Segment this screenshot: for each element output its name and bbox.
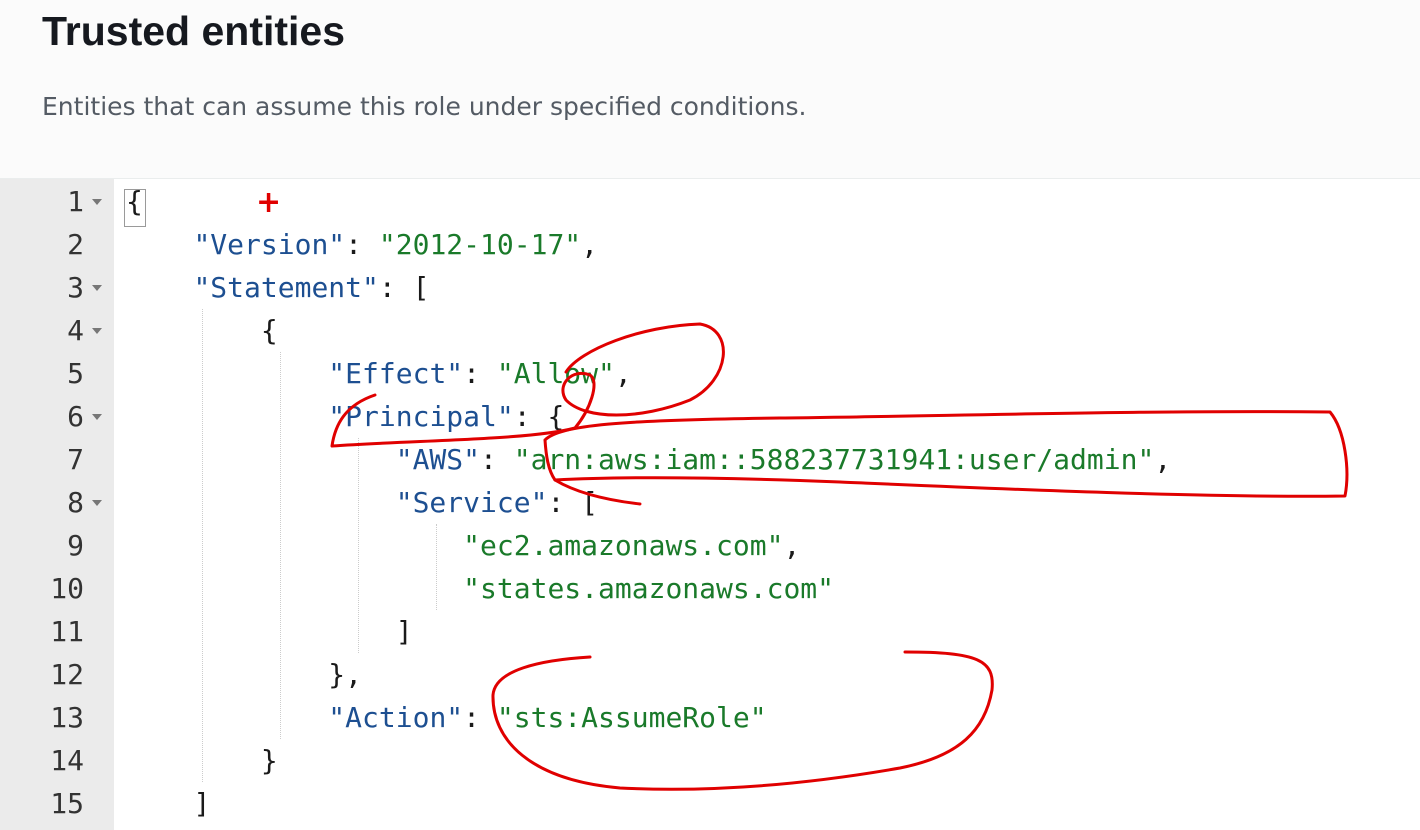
line-number: 14 bbox=[50, 744, 84, 777]
line-number: 15 bbox=[50, 787, 84, 820]
open-brace: { bbox=[547, 400, 565, 433]
trusted-entities-header: Trusted entities Entities that can assum… bbox=[0, 0, 1420, 178]
comma: , bbox=[614, 357, 632, 390]
code-line-7[interactable]: "AWS": "arn:aws:iam::588237731941:user/a… bbox=[126, 438, 1171, 481]
fold-toggle-icon[interactable] bbox=[92, 285, 102, 291]
line-number: 12 bbox=[50, 658, 84, 691]
line-number: 6 bbox=[67, 400, 84, 433]
line-number: 1 bbox=[67, 185, 84, 218]
close-brace: }, bbox=[328, 658, 363, 691]
colon: : bbox=[378, 271, 413, 304]
colon: : bbox=[463, 701, 497, 734]
json-key: "Service" bbox=[395, 486, 548, 519]
json-string: "ec2.amazonaws.com" bbox=[463, 529, 784, 562]
line-number: 2 bbox=[67, 228, 84, 261]
line-number: 3 bbox=[67, 271, 84, 304]
json-key: "Version" bbox=[193, 228, 346, 261]
open-bracket: [ bbox=[412, 271, 430, 304]
json-key: "Principal" bbox=[328, 400, 514, 433]
open-bracket: [ bbox=[581, 486, 599, 519]
editor-gutter: 1 2 3 4 5 6 7 8 9 10 11 12 13 14 15 bbox=[0, 179, 114, 830]
code-line-5[interactable]: "Effect": "Allow", bbox=[126, 352, 632, 395]
close-bracket: ] bbox=[395, 615, 413, 648]
json-string: "Allow" bbox=[496, 357, 615, 390]
json-string: "arn:aws:iam::588237731941:user/admin" bbox=[513, 443, 1155, 476]
comma: , bbox=[1154, 443, 1172, 476]
code-line-8[interactable]: "Service": [ bbox=[126, 481, 598, 524]
code-line-12[interactable]: }, bbox=[126, 653, 362, 696]
colon: : bbox=[513, 400, 548, 433]
colon: : bbox=[547, 486, 582, 519]
line-number: 8 bbox=[67, 486, 84, 519]
fold-toggle-icon[interactable] bbox=[92, 500, 102, 506]
colon: : bbox=[345, 228, 379, 261]
fold-toggle-icon[interactable] bbox=[92, 328, 102, 334]
line-number: 9 bbox=[67, 529, 84, 562]
json-string: "states.amazonaws.com" bbox=[463, 572, 835, 605]
open-brace: { bbox=[126, 185, 143, 218]
line-number: 4 bbox=[67, 314, 84, 347]
json-string: "2012-10-17" bbox=[378, 228, 582, 261]
open-brace: { bbox=[260, 314, 278, 347]
line-number: 11 bbox=[50, 615, 84, 648]
code-line-6[interactable]: "Principal": { bbox=[126, 395, 564, 438]
line-number: 13 bbox=[50, 701, 84, 734]
code-line-15[interactable]: ] bbox=[126, 782, 210, 825]
close-brace: } bbox=[260, 744, 278, 777]
colon: : bbox=[480, 443, 514, 476]
json-key: "Effect" bbox=[328, 357, 464, 390]
comma: , bbox=[581, 228, 599, 261]
colon: : bbox=[463, 357, 497, 390]
section-title: Trusted entities bbox=[42, 8, 346, 54]
json-key: "AWS" bbox=[395, 443, 481, 476]
section-description: Entities that can assume this role under… bbox=[42, 92, 807, 121]
line-number: 5 bbox=[67, 357, 84, 390]
json-key: "Statement" bbox=[193, 271, 379, 304]
line-number: 7 bbox=[67, 443, 84, 476]
code-line-3[interactable]: "Statement": [ bbox=[126, 266, 429, 309]
json-string: "sts:AssumeRole" bbox=[496, 701, 767, 734]
code-line-14[interactable]: } bbox=[126, 739, 278, 782]
code-line-10[interactable]: "states.amazonaws.com" bbox=[126, 567, 834, 610]
code-line-13[interactable]: "Action": "sts:AssumeRole" bbox=[126, 696, 767, 739]
code-line-9[interactable]: "ec2.amazonaws.com", bbox=[126, 524, 800, 567]
add-marker-icon: + bbox=[256, 185, 282, 220]
code-line-2[interactable]: "Version": "2012-10-17", bbox=[126, 223, 598, 266]
json-policy-editor[interactable]: 1 2 3 4 5 6 7 8 9 10 11 12 13 14 15 { "V… bbox=[0, 178, 1420, 830]
line-number: 10 bbox=[50, 572, 84, 605]
comma: , bbox=[783, 529, 801, 562]
code-line-1[interactable]: { bbox=[126, 180, 143, 223]
code-line-4[interactable]: { bbox=[126, 309, 278, 352]
code-line-11[interactable]: ] bbox=[126, 610, 413, 653]
fold-toggle-icon[interactable] bbox=[92, 199, 102, 205]
close-bracket: ] bbox=[193, 787, 211, 820]
json-key: "Action" bbox=[328, 701, 464, 734]
fold-toggle-icon[interactable] bbox=[92, 414, 102, 420]
